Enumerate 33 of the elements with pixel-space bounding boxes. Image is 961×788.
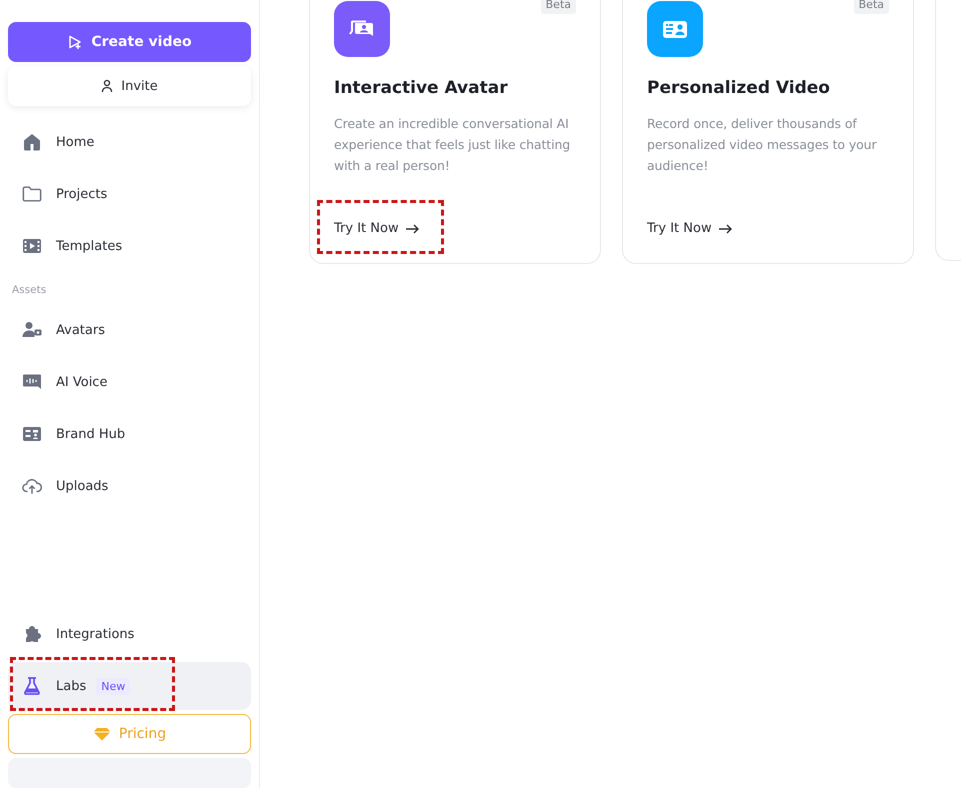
sidebar-item[interactable]: Uploads	[8, 462, 251, 510]
flask-icon	[22, 676, 42, 696]
sidebar-item[interactable]: Projects	[8, 170, 251, 218]
new-badge: New	[96, 678, 130, 694]
person-icon	[101, 79, 114, 93]
try-it-now-link[interactable]: Try It Now	[334, 220, 419, 238]
arrow-right-icon	[718, 224, 732, 234]
card-description: Record once, deliver thousands of personalized video messages to your audience!	[647, 115, 878, 175]
beta-badge: Beta	[854, 0, 889, 14]
folder-icon	[22, 184, 42, 204]
sidebar-item[interactable]: Brand Hub	[8, 410, 251, 458]
sidebar-item[interactable]: Integrations	[8, 610, 251, 658]
sidebar-item[interactable]: Avatars	[8, 306, 251, 354]
invite-button[interactable]: Invite	[8, 66, 251, 106]
sidebar-item[interactable]: AI Voice	[8, 358, 251, 406]
cloud-upload-icon	[22, 476, 42, 496]
card-title: Interactive Avatar	[334, 77, 509, 100]
speech-bubble-icon	[22, 372, 42, 392]
create-video-button[interactable]: Create video	[8, 22, 251, 62]
beta-badge: Beta	[540, 0, 576, 14]
section-label: Assets	[11, 283, 48, 298]
arrow-right-icon	[404, 224, 419, 234]
card-title: Personalized Video	[647, 77, 831, 100]
film-icon	[22, 236, 42, 256]
home-icon	[22, 132, 42, 152]
video-plus-icon	[67, 34, 84, 50]
sidebar-item[interactable]: Home	[8, 118, 251, 166]
card-description: Create an incredible conversational AI experience that feels just like chatting with a real person!	[334, 115, 572, 175]
id-card-icon	[22, 424, 42, 444]
diamond-icon	[92, 727, 111, 741]
sidebar-item[interactable]: Templates	[8, 222, 251, 270]
try-it-now-link[interactable]: Try It Now	[647, 220, 732, 238]
person-icon	[22, 320, 42, 340]
